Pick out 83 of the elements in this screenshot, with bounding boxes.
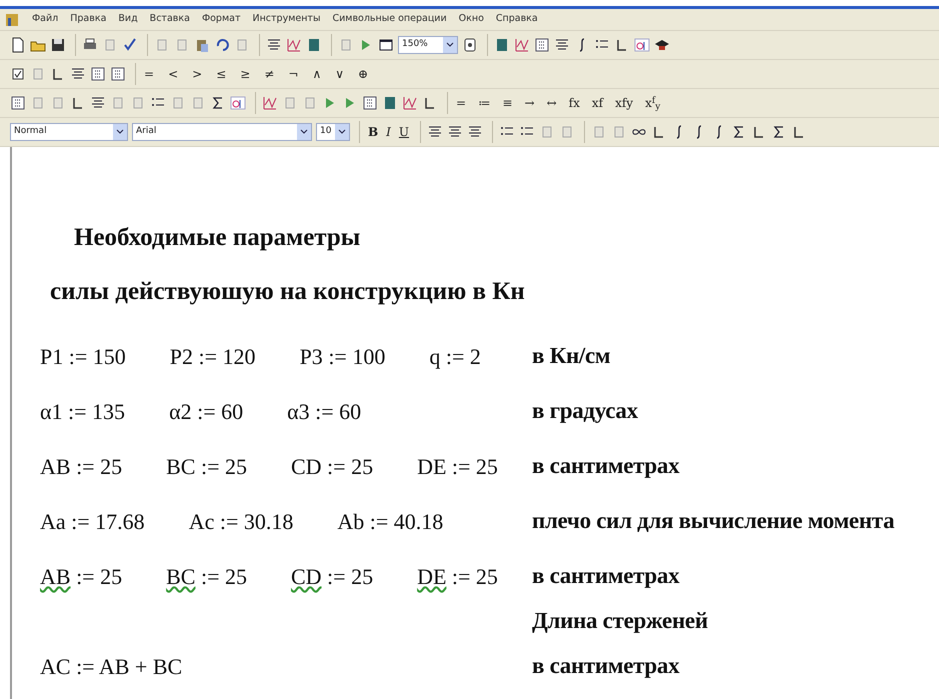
- evaluation-button[interactable]: =: [454, 94, 468, 112]
- operator-button[interactable]: ≥: [238, 65, 252, 83]
- format-button[interactable]: U: [396, 123, 412, 141]
- spellcheck-icon[interactable]: [122, 37, 138, 53]
- math-region: Ab := 40.18: [337, 508, 444, 536]
- font-size-dropdown[interactable]: 10: [316, 123, 350, 141]
- heading-text: Необходимые параметры: [74, 223, 362, 253]
- menu-item[interactable]: Инструменты: [252, 12, 320, 27]
- format-button[interactable]: B: [366, 123, 380, 141]
- math-region: Aa := 17.68: [40, 508, 145, 536]
- matrix-icon[interactable]: [534, 37, 550, 53]
- note-text: в сантиметрах: [532, 452, 680, 480]
- table-icon[interactable]: [110, 66, 126, 82]
- math-region: DE := 25: [417, 563, 498, 591]
- operator-button[interactable]: ∨: [333, 65, 346, 83]
- note-text: в сантиметрах: [532, 562, 680, 590]
- graph-icon[interactable]: [514, 37, 530, 53]
- operator-button[interactable]: ¬: [286, 65, 300, 83]
- graph-icon[interactable]: [262, 95, 278, 111]
- evaluation-button[interactable]: ≡: [500, 94, 515, 112]
- evaluation-button[interactable]: ≔: [476, 94, 492, 112]
- menu-item[interactable]: Формат: [202, 12, 240, 27]
- evaluation-button[interactable]: →: [522, 94, 537, 112]
- math-region: CD := 25: [290, 563, 374, 591]
- app-logo-icon[interactable]: [4, 12, 20, 28]
- evaluation-button[interactable]: xf: [590, 94, 606, 112]
- math-region: AB := 25: [40, 453, 122, 481]
- font-dropdown[interactable]: Arial: [132, 123, 312, 141]
- menu-item[interactable]: Вид: [118, 12, 138, 27]
- evaluation-button[interactable]: ↔: [544, 94, 559, 112]
- operator-button[interactable]: >: [190, 65, 204, 83]
- math-region: CD := 25: [290, 453, 374, 481]
- paste-icon[interactable]: [194, 37, 210, 53]
- caret-icon[interactable]: [300, 129, 308, 135]
- caret-icon[interactable]: [338, 129, 346, 135]
- cap-icon[interactable]: [654, 37, 670, 53]
- math-region: P1 := 150: [40, 343, 126, 371]
- caret-icon[interactable]: [446, 42, 454, 48]
- note-text: Длина стерженей: [532, 607, 708, 636]
- style-dropdown[interactable]: Normal: [10, 123, 128, 141]
- operator-button[interactable]: ∧: [310, 65, 324, 83]
- heading-text: силы действуюшую на конструкцию в Кн: [50, 277, 526, 307]
- math-region: P2 := 120: [170, 343, 256, 371]
- evaluation-button[interactable]: fx: [566, 94, 582, 112]
- menu-item[interactable]: Правка: [70, 12, 106, 27]
- math-region: AB := 25: [40, 563, 122, 591]
- note-text: в градусах: [532, 397, 638, 426]
- checkbox-icon[interactable]: [10, 66, 26, 82]
- greek-icon[interactable]: [634, 37, 650, 53]
- menu-item[interactable]: Окно: [458, 12, 484, 27]
- operator-button[interactable]: ⊕: [356, 65, 370, 83]
- math-region: q := 2: [429, 343, 481, 371]
- window-icon[interactable]: [378, 37, 394, 53]
- math-region: Ac := 30.18: [188, 508, 294, 536]
- graph-icon[interactable]: [286, 37, 302, 53]
- math-region: α1 := 135: [40, 398, 126, 426]
- menu-item[interactable]: Файл: [32, 12, 58, 27]
- math-region: P3 := 100: [300, 343, 386, 371]
- calculator-icon[interactable]: [494, 37, 510, 53]
- note-text: в Кн/см: [532, 342, 610, 370]
- math-region: α2 := 60: [169, 398, 244, 426]
- evaluation-button[interactable]: xfy: [613, 94, 636, 112]
- note-text: в сантиметрах: [532, 652, 680, 680]
- math-region: BC := 25: [166, 563, 247, 591]
- math-region: BC := 25: [166, 453, 247, 481]
- operator-button[interactable]: <: [166, 65, 180, 83]
- matrix-icon[interactable]: [10, 95, 26, 111]
- caret-icon[interactable]: [116, 129, 124, 135]
- calculator-icon[interactable]: [306, 37, 322, 53]
- format-button[interactable]: I: [384, 123, 393, 141]
- operator-button[interactable]: ≤: [214, 65, 228, 83]
- note-text: плечо сил для вычисление момента: [532, 507, 894, 536]
- new-page-icon[interactable]: [10, 37, 26, 53]
- menu-item[interactable]: Символьные операции: [332, 12, 447, 27]
- operator-button[interactable]: =: [142, 65, 156, 83]
- math-region: DE := 25: [417, 453, 498, 481]
- zoom-dropdown[interactable]: 150%: [398, 36, 458, 54]
- math-region: α3 := 60: [287, 398, 362, 426]
- menu-item[interactable]: Вставка: [150, 12, 190, 27]
- undo-icon[interactable]: [214, 37, 230, 53]
- menu-item[interactable]: Справка: [496, 12, 538, 27]
- operator-button[interactable]: ≠: [262, 65, 276, 83]
- math-region: AC := AB + BC: [40, 653, 182, 681]
